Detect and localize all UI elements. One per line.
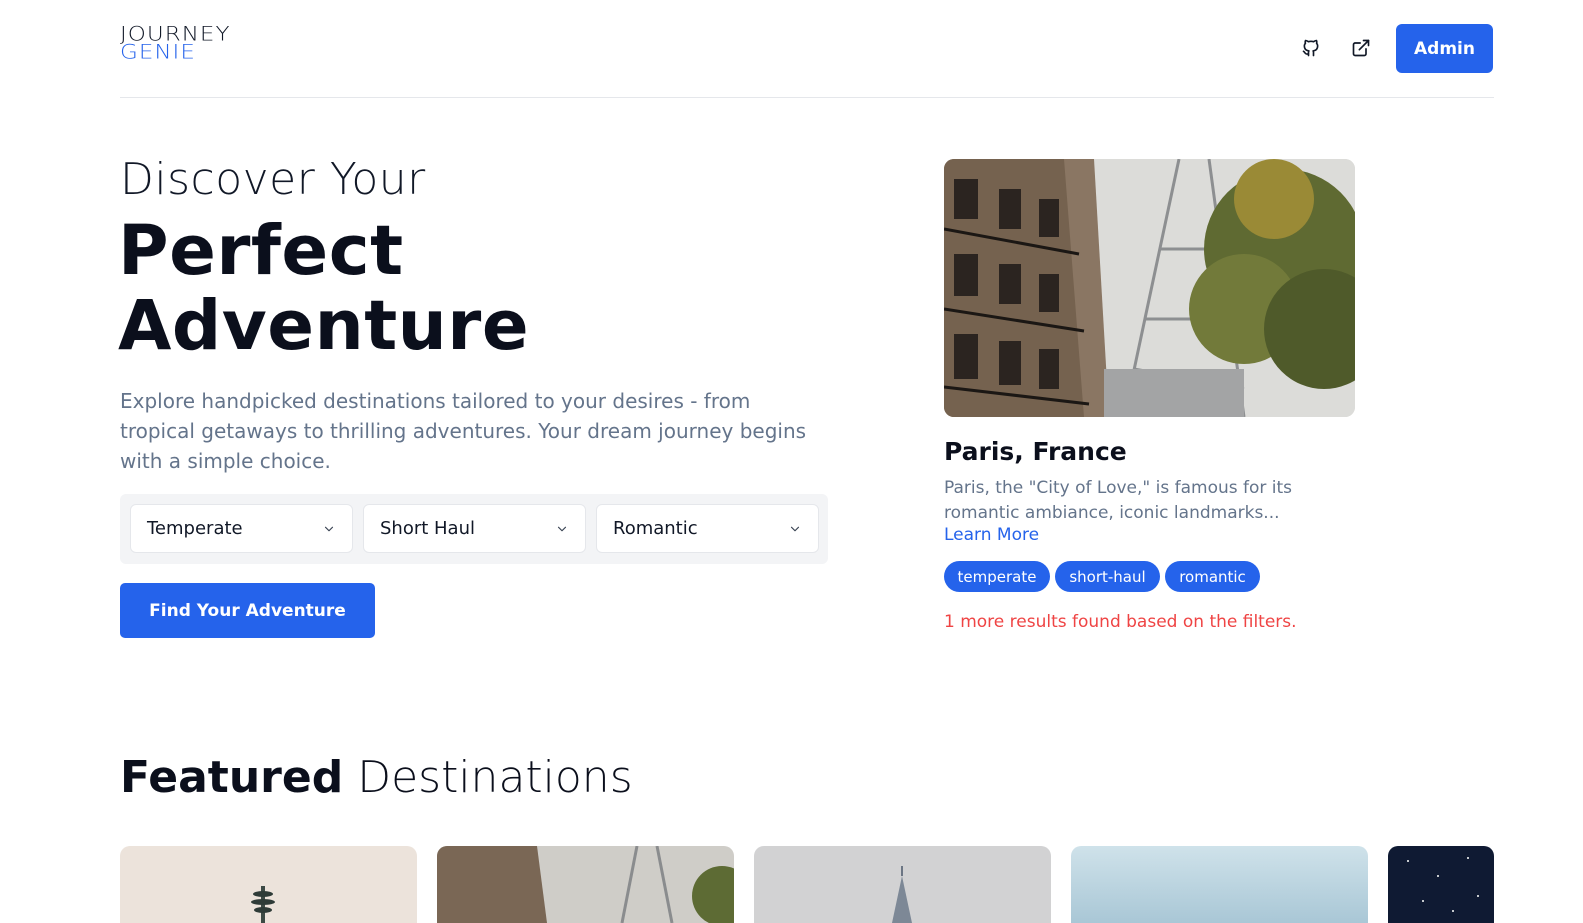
tag-short-haul[interactable]: short-haul: [1055, 561, 1160, 592]
external-link-icon[interactable]: [1350, 37, 1372, 59]
destination-image: [944, 159, 1355, 417]
admin-button[interactable]: Admin: [1396, 24, 1493, 73]
github-icon[interactable]: [1300, 37, 1322, 59]
featured-card[interactable]: [120, 846, 417, 923]
chevron-down-icon: [324, 526, 334, 532]
featured-card[interactable]: [437, 846, 734, 923]
climate-select-value: Temperate: [147, 518, 243, 539]
hero-title-line1: Perfect: [118, 211, 404, 291]
tag-temperate[interactable]: temperate: [944, 561, 1050, 592]
destination-description: Paris, the "City of Love," is famous for…: [944, 478, 1293, 523]
hero-title-line2: Adventure: [118, 286, 530, 366]
destination-title: Paris, France: [944, 437, 1127, 466]
distance-select-value: Short Haul: [380, 518, 476, 539]
find-adventure-button[interactable]: Find Your Adventure: [120, 583, 375, 638]
featured-heading: Featured Destinations: [120, 752, 633, 803]
featured-heading-bold: Featured: [120, 752, 344, 803]
chevron-down-icon: [557, 526, 567, 532]
more-results-message: 1 more results found based on the filter…: [944, 612, 1297, 632]
logo[interactable]: Journey Genie: [120, 25, 231, 65]
featured-card[interactable]: [1388, 846, 1494, 923]
filter-bar: Temperate Short Haul Romantic: [120, 494, 828, 564]
site-header: Journey Genie Admin: [120, 0, 1494, 98]
hero-pre-title: Discover Your: [120, 154, 426, 205]
learn-more-link[interactable]: Learn More: [944, 525, 1039, 545]
logo-line2: Genie: [120, 41, 196, 64]
hero-description: Explore handpicked destinations tailored…: [120, 389, 807, 473]
distance-select[interactable]: Short Haul: [363, 504, 586, 553]
vibe-select-value: Romantic: [613, 518, 698, 539]
featured-heading-light: Destinations: [357, 752, 633, 803]
featured-card[interactable]: [754, 846, 1051, 923]
climate-select[interactable]: Temperate: [130, 504, 353, 553]
tag-romantic[interactable]: romantic: [1165, 561, 1260, 592]
chevron-down-icon: [790, 526, 800, 532]
hero-title: Perfect Adventure: [118, 214, 529, 364]
featured-card[interactable]: [1071, 846, 1368, 923]
vibe-select[interactable]: Romantic: [596, 504, 819, 553]
